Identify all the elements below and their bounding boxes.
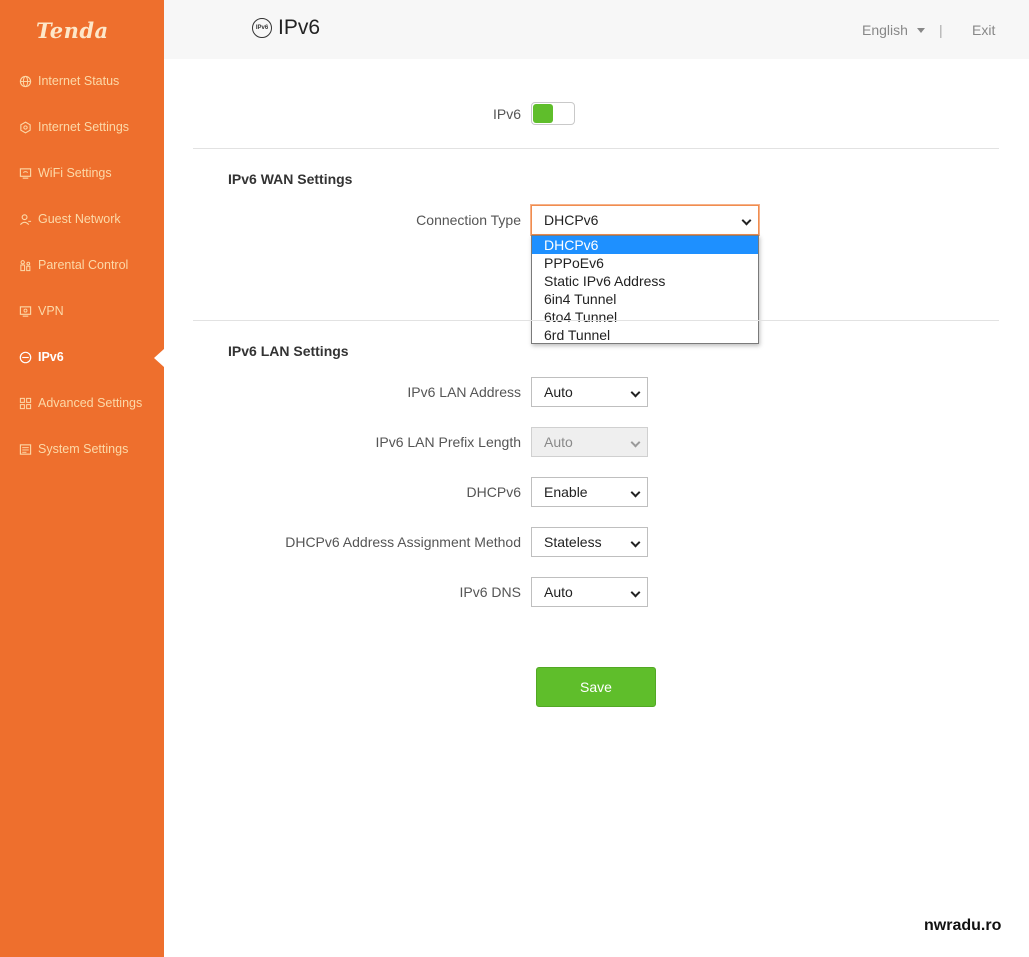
- language-label: English: [862, 22, 908, 38]
- wifi-icon: [18, 166, 32, 180]
- toggle-knob: [533, 104, 553, 123]
- sidebar-item-label: Internet Status: [38, 74, 120, 88]
- connection-type-select[interactable]: DHCPv6: [531, 205, 759, 235]
- page-title-text: IPv6: [278, 16, 321, 39]
- select-value: Auto: [544, 384, 573, 400]
- save-button[interactable]: Save: [536, 667, 656, 707]
- dropdown-option-6to4[interactable]: 6to4 Tunnel: [532, 308, 758, 326]
- ipv6-toggle[interactable]: [531, 102, 575, 125]
- sidebar-item-internet-status[interactable]: Internet Status: [0, 58, 164, 104]
- assignment-method-label: DHCPv6 Address Assignment Method: [285, 534, 521, 550]
- sidebar-item-advanced-settings[interactable]: Advanced Settings: [0, 380, 164, 426]
- section-divider: [193, 320, 999, 321]
- family-icon: [18, 258, 32, 272]
- chevron-down-icon: [630, 537, 641, 548]
- sidebar-item-wifi-settings[interactable]: WiFi Settings: [0, 150, 164, 196]
- gear-icon: [18, 120, 32, 134]
- sidebar-item-label: System Settings: [38, 442, 129, 456]
- caret-down-icon: [916, 27, 925, 33]
- exit-link[interactable]: Exit: [972, 22, 995, 38]
- lan-prefix-length-label: IPv6 LAN Prefix Length: [375, 434, 521, 450]
- sidebar-item-label: Internet Settings: [38, 120, 130, 134]
- ipv6-dns-select[interactable]: Auto: [531, 577, 648, 607]
- dropdown-option-pppoev6[interactable]: PPPoEv6: [532, 254, 758, 272]
- assignment-method-select[interactable]: Stateless: [531, 527, 648, 557]
- select-value: Auto: [544, 434, 573, 450]
- watermark: nwradu.ro: [924, 917, 1002, 934]
- top-header: IPv6 IPv6 English | Exit: [164, 0, 1029, 59]
- sidebar-item-label: Guest Network: [38, 212, 121, 226]
- vpn-icon: [18, 304, 32, 318]
- chevron-down-icon: [630, 437, 641, 448]
- dropdown-option-dhcpv6[interactable]: DHCPv6: [532, 236, 758, 254]
- page-title: IPv6 IPv6: [252, 16, 320, 40]
- ipv6-toggle-label: IPv6: [492, 106, 521, 122]
- connection-type-label: Connection Type: [416, 212, 521, 228]
- ipv6-icon: IPv6: [252, 18, 272, 38]
- dropdown-option-6in4[interactable]: 6in4 Tunnel: [532, 290, 758, 308]
- dhcpv6-select[interactable]: Enable: [531, 477, 648, 507]
- active-nav-pointer: [154, 349, 164, 367]
- dropdown-option-6rd[interactable]: 6rd Tunnel: [532, 326, 758, 344]
- sidebar-item-label: VPN: [38, 304, 64, 318]
- sidebar-item-guest-network[interactable]: Guest Network: [0, 196, 164, 242]
- sidebar-item-ipv6[interactable]: IPv6: [0, 334, 164, 380]
- select-value: Enable: [544, 484, 588, 500]
- sidebar-item-label: Parental Control: [38, 258, 129, 272]
- chevron-down-icon: [630, 487, 641, 498]
- header-separator: |: [939, 22, 943, 38]
- select-value: Stateless: [544, 534, 602, 550]
- wan-section-title: IPv6 WAN Settings: [228, 171, 353, 187]
- sidebar-item-vpn[interactable]: VPN: [0, 288, 164, 334]
- lan-address-label: IPv6 LAN Address: [407, 384, 521, 400]
- lan-prefix-length-select: Auto: [531, 427, 648, 457]
- user-icon: [18, 212, 32, 226]
- select-value: Auto: [544, 584, 573, 600]
- connection-type-dropdown: DHCPv6 PPPoEv6 Static IPv6 Address 6in4 …: [531, 235, 759, 344]
- tenda-logo: Tenda: [36, 18, 109, 43]
- dropdown-option-static-ipv6[interactable]: Static IPv6 Address: [532, 272, 758, 290]
- sidebar-item-label: WiFi Settings: [38, 166, 112, 180]
- ipv6-dns-label: IPv6 DNS: [459, 584, 521, 600]
- lan-section-title: IPv6 LAN Settings: [228, 343, 349, 359]
- dhcpv6-label: DHCPv6: [466, 484, 521, 500]
- sidebar-item-parental-control[interactable]: Parental Control: [0, 242, 164, 288]
- sidebar-item-internet-settings[interactable]: Internet Settings: [0, 104, 164, 150]
- chevron-down-icon: [741, 215, 752, 226]
- lan-address-select[interactable]: Auto: [531, 377, 648, 407]
- globe-icon: [18, 74, 32, 88]
- ipv6-icon: [18, 350, 32, 364]
- language-selector[interactable]: English: [862, 22, 925, 38]
- system-icon: [18, 442, 32, 456]
- section-divider: [193, 148, 999, 149]
- chevron-down-icon: [630, 387, 641, 398]
- sidebar-item-label: Advanced Settings: [38, 396, 143, 410]
- grid-icon: [18, 396, 32, 410]
- sidebar-item-system-settings[interactable]: System Settings: [0, 426, 164, 472]
- sidebar-item-label: IPv6: [38, 350, 64, 364]
- sidebar: Tenda Internet Status Internet Settings …: [0, 0, 164, 957]
- select-value: DHCPv6: [544, 212, 599, 228]
- chevron-down-icon: [630, 587, 641, 598]
